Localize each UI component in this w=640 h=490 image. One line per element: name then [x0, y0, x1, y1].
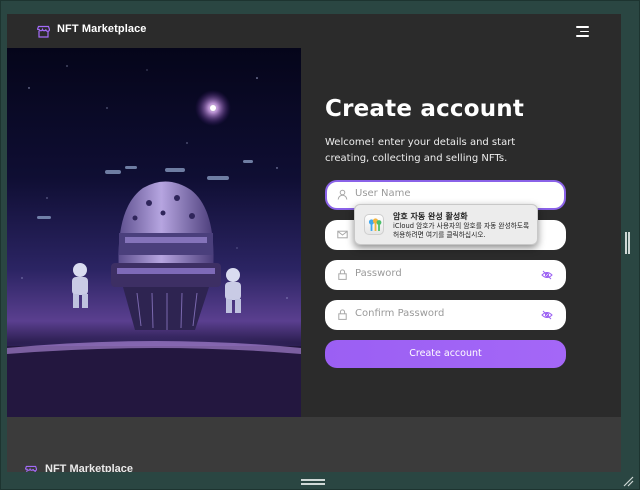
eye-off-icon[interactable] [541, 270, 553, 280]
brand-name[interactable]: NFT Marketplace [57, 23, 147, 35]
autofill-title: 암호 자동 완성 활성화 [393, 212, 468, 221]
confirm-password-placeholder: Confirm Password [355, 308, 445, 319]
autofill-line-2: 허용하려면 여기를 클릭하십시오. [393, 231, 486, 239]
storefront-icon [25, 465, 37, 472]
user-icon [337, 189, 348, 200]
lock-icon [338, 309, 347, 320]
hamburger-menu-icon[interactable] [576, 26, 589, 37]
eye-off-icon[interactable] [541, 310, 553, 320]
confirm-password-field[interactable]: Confirm Password [325, 300, 566, 330]
mail-icon [337, 230, 348, 239]
resize-corner-icon[interactable] [622, 475, 634, 487]
vertical-resize-handle[interactable] [625, 232, 631, 254]
password-placeholder: Password [355, 268, 402, 279]
page-title: Create account [325, 96, 525, 122]
password-autofill-popup[interactable]: 암호 자동 완성 활성화 iCloud 암호가 사용자의 암호를 자동 완성하도… [354, 204, 538, 245]
footer-brand: NFT Marketplace [45, 463, 134, 472]
astronaut-spaceship-illustration [7, 65, 301, 417]
autofill-line-1: iCloud 암호가 사용자의 암호를 자동 완성하도록 [393, 222, 530, 230]
lock-icon [338, 269, 347, 280]
username-placeholder: User Name [355, 188, 411, 199]
storefront-icon[interactable] [37, 25, 50, 38]
autofill-description: iCloud 암호가 사용자의 암호를 자동 완성하도록 허용하려면 여기를 클… [393, 222, 539, 240]
page-viewport: NFT Marketplace Create account Welcome! … [7, 14, 621, 472]
hero-illustration [7, 48, 301, 417]
passwords-app-icon [364, 214, 384, 235]
top-nav: NFT Marketplace [7, 14, 621, 48]
horizontal-resize-handle[interactable] [301, 479, 325, 485]
password-field[interactable]: Password [325, 260, 566, 290]
page-subtitle: Welcome! enter your details and start cr… [325, 137, 516, 164]
create-account-button[interactable]: Create account [325, 340, 566, 368]
footer: NFT Marketplace [7, 417, 621, 472]
